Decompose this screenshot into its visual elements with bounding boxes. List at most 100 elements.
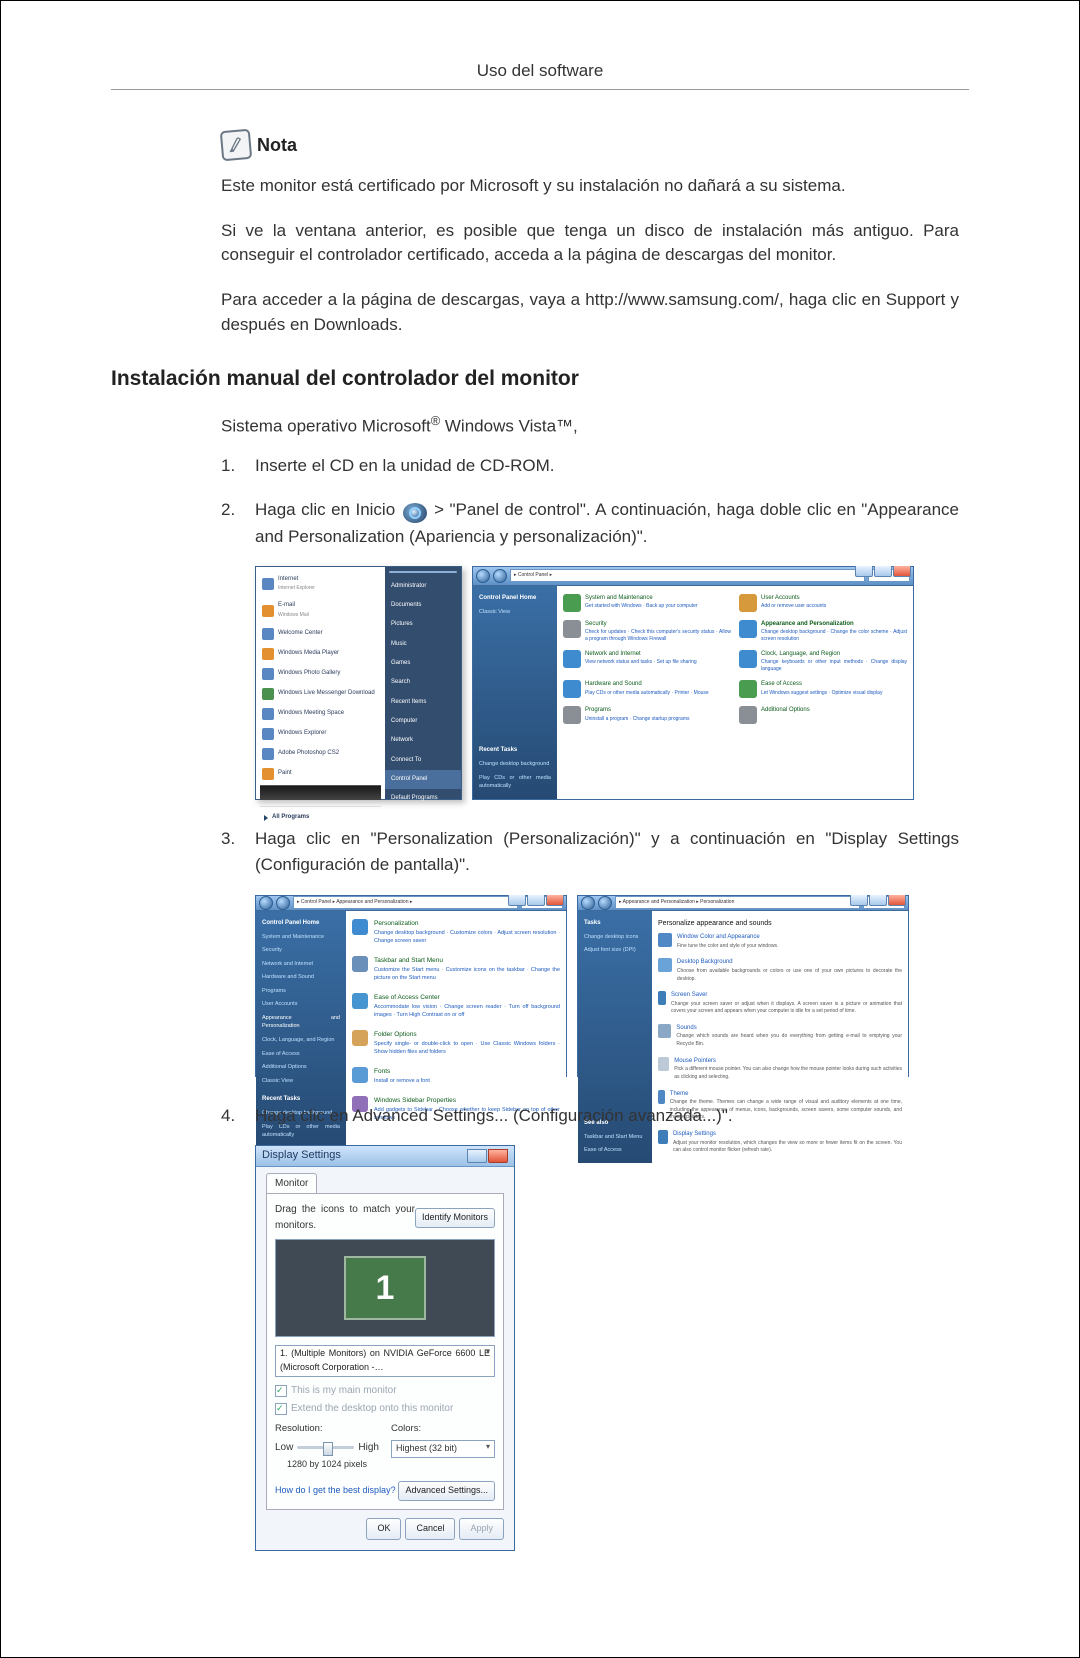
nav-back-icon[interactable] xyxy=(476,569,490,583)
sm-item-explorer[interactable]: Windows Explorer xyxy=(260,726,381,742)
ap-taskbar[interactable]: Taskbar and Start MenuCustomize the Star… xyxy=(352,956,560,983)
sm-item-gallery[interactable]: Windows Photo Gallery xyxy=(260,666,381,682)
sm-place-control-panel[interactable]: Control Panel xyxy=(385,770,461,789)
advanced-settings-button[interactable]: Advanced Settings... xyxy=(398,1481,495,1501)
sm-item-email[interactable]: E-mail Windows Mail xyxy=(260,599,381,622)
address-bar[interactable]: ▸ Control Panel ▸ xyxy=(510,569,865,582)
sm-place-network[interactable]: Network xyxy=(385,731,461,750)
nav-forward-icon[interactable] xyxy=(276,896,290,910)
cp-cat-programs[interactable]: ProgramsUninstall a program · Change sta… xyxy=(563,706,731,724)
sm-item-meeting[interactable]: Windows Meeting Space xyxy=(260,706,381,722)
sm-item-paint[interactable]: Paint xyxy=(260,766,381,782)
sm-item-welcome[interactable]: Welcome Center xyxy=(260,626,381,642)
monitor-1[interactable]: 1 xyxy=(344,1256,426,1320)
cp-cat-user[interactable]: User AccountsAdd or remove user accounts xyxy=(739,594,907,612)
section-heading: Instalación manual del controlador del m… xyxy=(111,367,959,391)
taskbar-icon xyxy=(352,956,368,972)
cp-cat-clock[interactable]: Clock, Language, and RegionChange keyboa… xyxy=(739,650,907,672)
sm-item-photoshop[interactable]: Adobe Photoshop CS2 xyxy=(260,746,381,762)
sm-place-help[interactable]: Help and Support xyxy=(385,808,461,827)
sm-item-wlmd[interactable]: Windows Live Messenger Download xyxy=(260,686,381,702)
sm-place-search[interactable]: Search xyxy=(385,673,461,692)
ok-button[interactable]: OK xyxy=(366,1518,401,1540)
check-extend-desktop[interactable]: Extend the desktop onto this monitor xyxy=(275,1401,495,1417)
minimize-icon[interactable] xyxy=(855,566,873,577)
clock-icon xyxy=(739,650,757,668)
close-icon[interactable] xyxy=(488,1149,508,1163)
side-recent-b[interactable]: Play CDs or other media automatically xyxy=(479,774,551,791)
sm-place-games[interactable]: Games xyxy=(385,654,461,673)
side-recent-a[interactable]: Change desktop background xyxy=(479,760,551,769)
apply-button[interactable]: Apply xyxy=(459,1518,504,1540)
tab-monitor[interactable]: Monitor xyxy=(266,1173,317,1194)
side-recent-heading: Recent Tasks xyxy=(479,746,551,755)
pz-sounds[interactable]: SoundsChange which sounds are heard when… xyxy=(658,1024,902,1049)
sm-item-internet[interactable]: Internet Internet Explorer xyxy=(260,573,381,596)
nav-forward-icon[interactable] xyxy=(493,569,507,583)
resolution-slider[interactable]: Low High xyxy=(275,1440,379,1456)
help-link[interactable]: How do I get the best display? xyxy=(275,1484,396,1498)
close-icon[interactable] xyxy=(888,895,906,906)
ap-ease[interactable]: Ease of Access CenterAccommodate low vis… xyxy=(352,993,560,1020)
ap-fonts[interactable]: FontsInstall or remove a font xyxy=(352,1067,560,1086)
sm-place-connect[interactable]: Connect To xyxy=(385,751,461,770)
cp-cat-network[interactable]: Network and InternetView network status … xyxy=(563,650,731,672)
pz-screensaver[interactable]: Screen SaverChange your screen saver or … xyxy=(658,991,902,1016)
sm-place-pictures[interactable]: Pictures xyxy=(385,615,461,634)
cp-cat-additional[interactable]: Additional Options xyxy=(739,706,907,724)
identify-monitors-button[interactable]: Identify Monitors xyxy=(415,1208,495,1228)
sm-place-recent[interactable]: Recent Items xyxy=(385,693,461,712)
sm-place-user[interactable]: Administrator xyxy=(385,577,461,596)
address-bar[interactable]: ▸ Control Panel ▸ Appearance and Persona… xyxy=(293,896,518,909)
step-2-screenshots: Internet Internet Explorer E-mail Window… xyxy=(255,566,959,800)
cp-cat-system[interactable]: System and MaintenanceGet started with W… xyxy=(563,594,731,612)
close-icon[interactable] xyxy=(546,895,564,906)
monitor-select[interactable]: 1. (Multiple Monitors) on NVIDIA GeForce… xyxy=(275,1345,495,1377)
content-column: Nota Este monitor está certificado por M… xyxy=(111,130,969,1551)
side-classic[interactable]: Classic View xyxy=(479,608,551,617)
document-page: Uso del software Nota Este monitor está … xyxy=(0,0,1080,1658)
fonts-icon xyxy=(352,1067,368,1083)
drag-text: Drag the icons to match your monitors. xyxy=(275,1202,415,1233)
window-buttons xyxy=(850,895,906,906)
header-divider xyxy=(111,89,969,90)
sm-item-wmp[interactable]: Windows Media Player xyxy=(260,646,381,662)
sm-place-music[interactable]: Music xyxy=(385,635,461,654)
sounds-icon xyxy=(658,1024,671,1038)
pz-background[interactable]: Desktop BackgroundChoose from available … xyxy=(658,958,902,983)
address-bar[interactable]: ▸ Appearance and Personalization ▸ Perso… xyxy=(615,896,860,909)
cancel-button[interactable]: Cancel xyxy=(405,1518,455,1540)
check-main-monitor[interactable]: This is my main monitor xyxy=(275,1383,495,1399)
sm-place-defaults[interactable]: Default Programs xyxy=(385,789,461,808)
maximize-icon[interactable] xyxy=(874,566,892,577)
maximize-icon[interactable] xyxy=(869,895,887,906)
pz-heading: Personalize appearance and sounds xyxy=(658,919,902,930)
cp-cat-hardware[interactable]: Hardware and SoundPlay CDs or other medi… xyxy=(563,680,731,698)
sm-search-bar[interactable] xyxy=(260,785,381,800)
sm-place-documents[interactable]: Documents xyxy=(385,596,461,615)
window-buttons xyxy=(855,566,911,577)
ap-personalization[interactable]: PersonalizationChange desktop background… xyxy=(352,919,560,946)
start-menu-places: Administrator Documents Pictures Music G… xyxy=(385,567,461,799)
security-icon xyxy=(563,620,581,638)
maximize-icon[interactable] xyxy=(527,895,545,906)
cp-cat-appearance[interactable]: Appearance and PersonalizationChange des… xyxy=(739,620,907,642)
pz-color[interactable]: Window Color and AppearanceFine tune the… xyxy=(658,933,902,950)
nav-back-icon[interactable] xyxy=(581,896,595,910)
help-icon[interactable] xyxy=(467,1149,487,1163)
monitor-preview[interactable]: 1 xyxy=(275,1239,495,1337)
pz-mouse[interactable]: Mouse PointersPick a different mouse poi… xyxy=(658,1057,902,1082)
cp-cat-ease[interactable]: Ease of AccessLet Windows suggest settin… xyxy=(739,680,907,698)
start-menu-programs: Internet Internet Explorer E-mail Window… xyxy=(256,567,385,799)
sm-place-computer[interactable]: Computer xyxy=(385,712,461,731)
nav-back-icon[interactable] xyxy=(259,896,273,910)
minimize-icon[interactable] xyxy=(850,895,868,906)
colors-select[interactable]: Highest (32 bit) xyxy=(391,1440,495,1458)
cp-cat-security[interactable]: SecurityCheck for updates · Check this c… xyxy=(563,620,731,642)
nav-forward-icon[interactable] xyxy=(598,896,612,910)
side-home[interactable]: Control Panel Home xyxy=(479,594,551,603)
ap-folder[interactable]: Folder OptionsSpecify single- or double-… xyxy=(352,1030,560,1057)
minimize-icon[interactable] xyxy=(508,895,526,906)
close-icon[interactable] xyxy=(893,566,911,577)
side-home[interactable]: Control Panel Home xyxy=(262,919,340,928)
